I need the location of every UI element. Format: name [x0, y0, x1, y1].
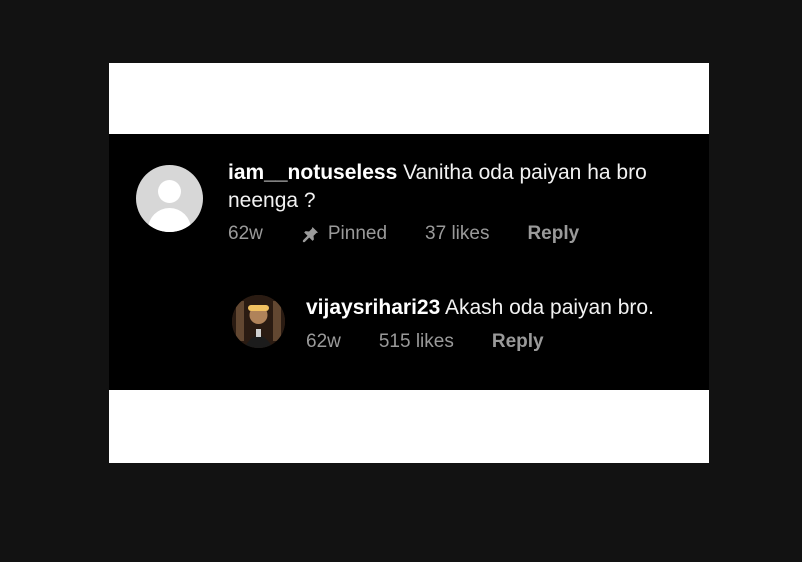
- avatar-photo-image: [232, 295, 285, 348]
- reply-button[interactable]: Reply: [527, 223, 579, 245]
- pinned-badge: Pinned: [301, 223, 387, 245]
- avatar-body-shape: [148, 208, 191, 232]
- comment-meta: 62w Pinned 37 likes Reply: [228, 223, 579, 245]
- pin-icon: [302, 226, 318, 242]
- comment-time: 62w: [228, 223, 263, 244]
- likes-count[interactable]: 37 likes: [425, 223, 489, 245]
- comment-time: 62w: [306, 331, 341, 352]
- default-user-avatar-icon[interactable]: [136, 165, 203, 232]
- comment-thread: iam__notuseless Vanitha oda paiyan ha br…: [109, 134, 709, 390]
- user-photo-avatar[interactable]: [232, 295, 285, 348]
- pinned-label: Pinned: [327, 223, 388, 244]
- comment-body: Akash oda paiyan bro.: [444, 296, 654, 319]
- comment-text: iam__notuseless Vanitha oda paiyan ha br…: [228, 159, 698, 215]
- comment-meta: 62w 515 likes Reply: [306, 331, 544, 353]
- likes-count[interactable]: 515 likes: [379, 331, 454, 353]
- screenshot-frame: iam__notuseless Vanitha oda paiyan ha br…: [109, 63, 709, 463]
- comment-username[interactable]: vijaysrihari23: [306, 296, 440, 319]
- reply-button[interactable]: Reply: [492, 331, 544, 353]
- comment-text: vijaysrihari23 Akash oda paiyan bro.: [306, 294, 696, 322]
- avatar-head-shape: [158, 180, 181, 203]
- comment-username[interactable]: iam__notuseless: [228, 161, 397, 184]
